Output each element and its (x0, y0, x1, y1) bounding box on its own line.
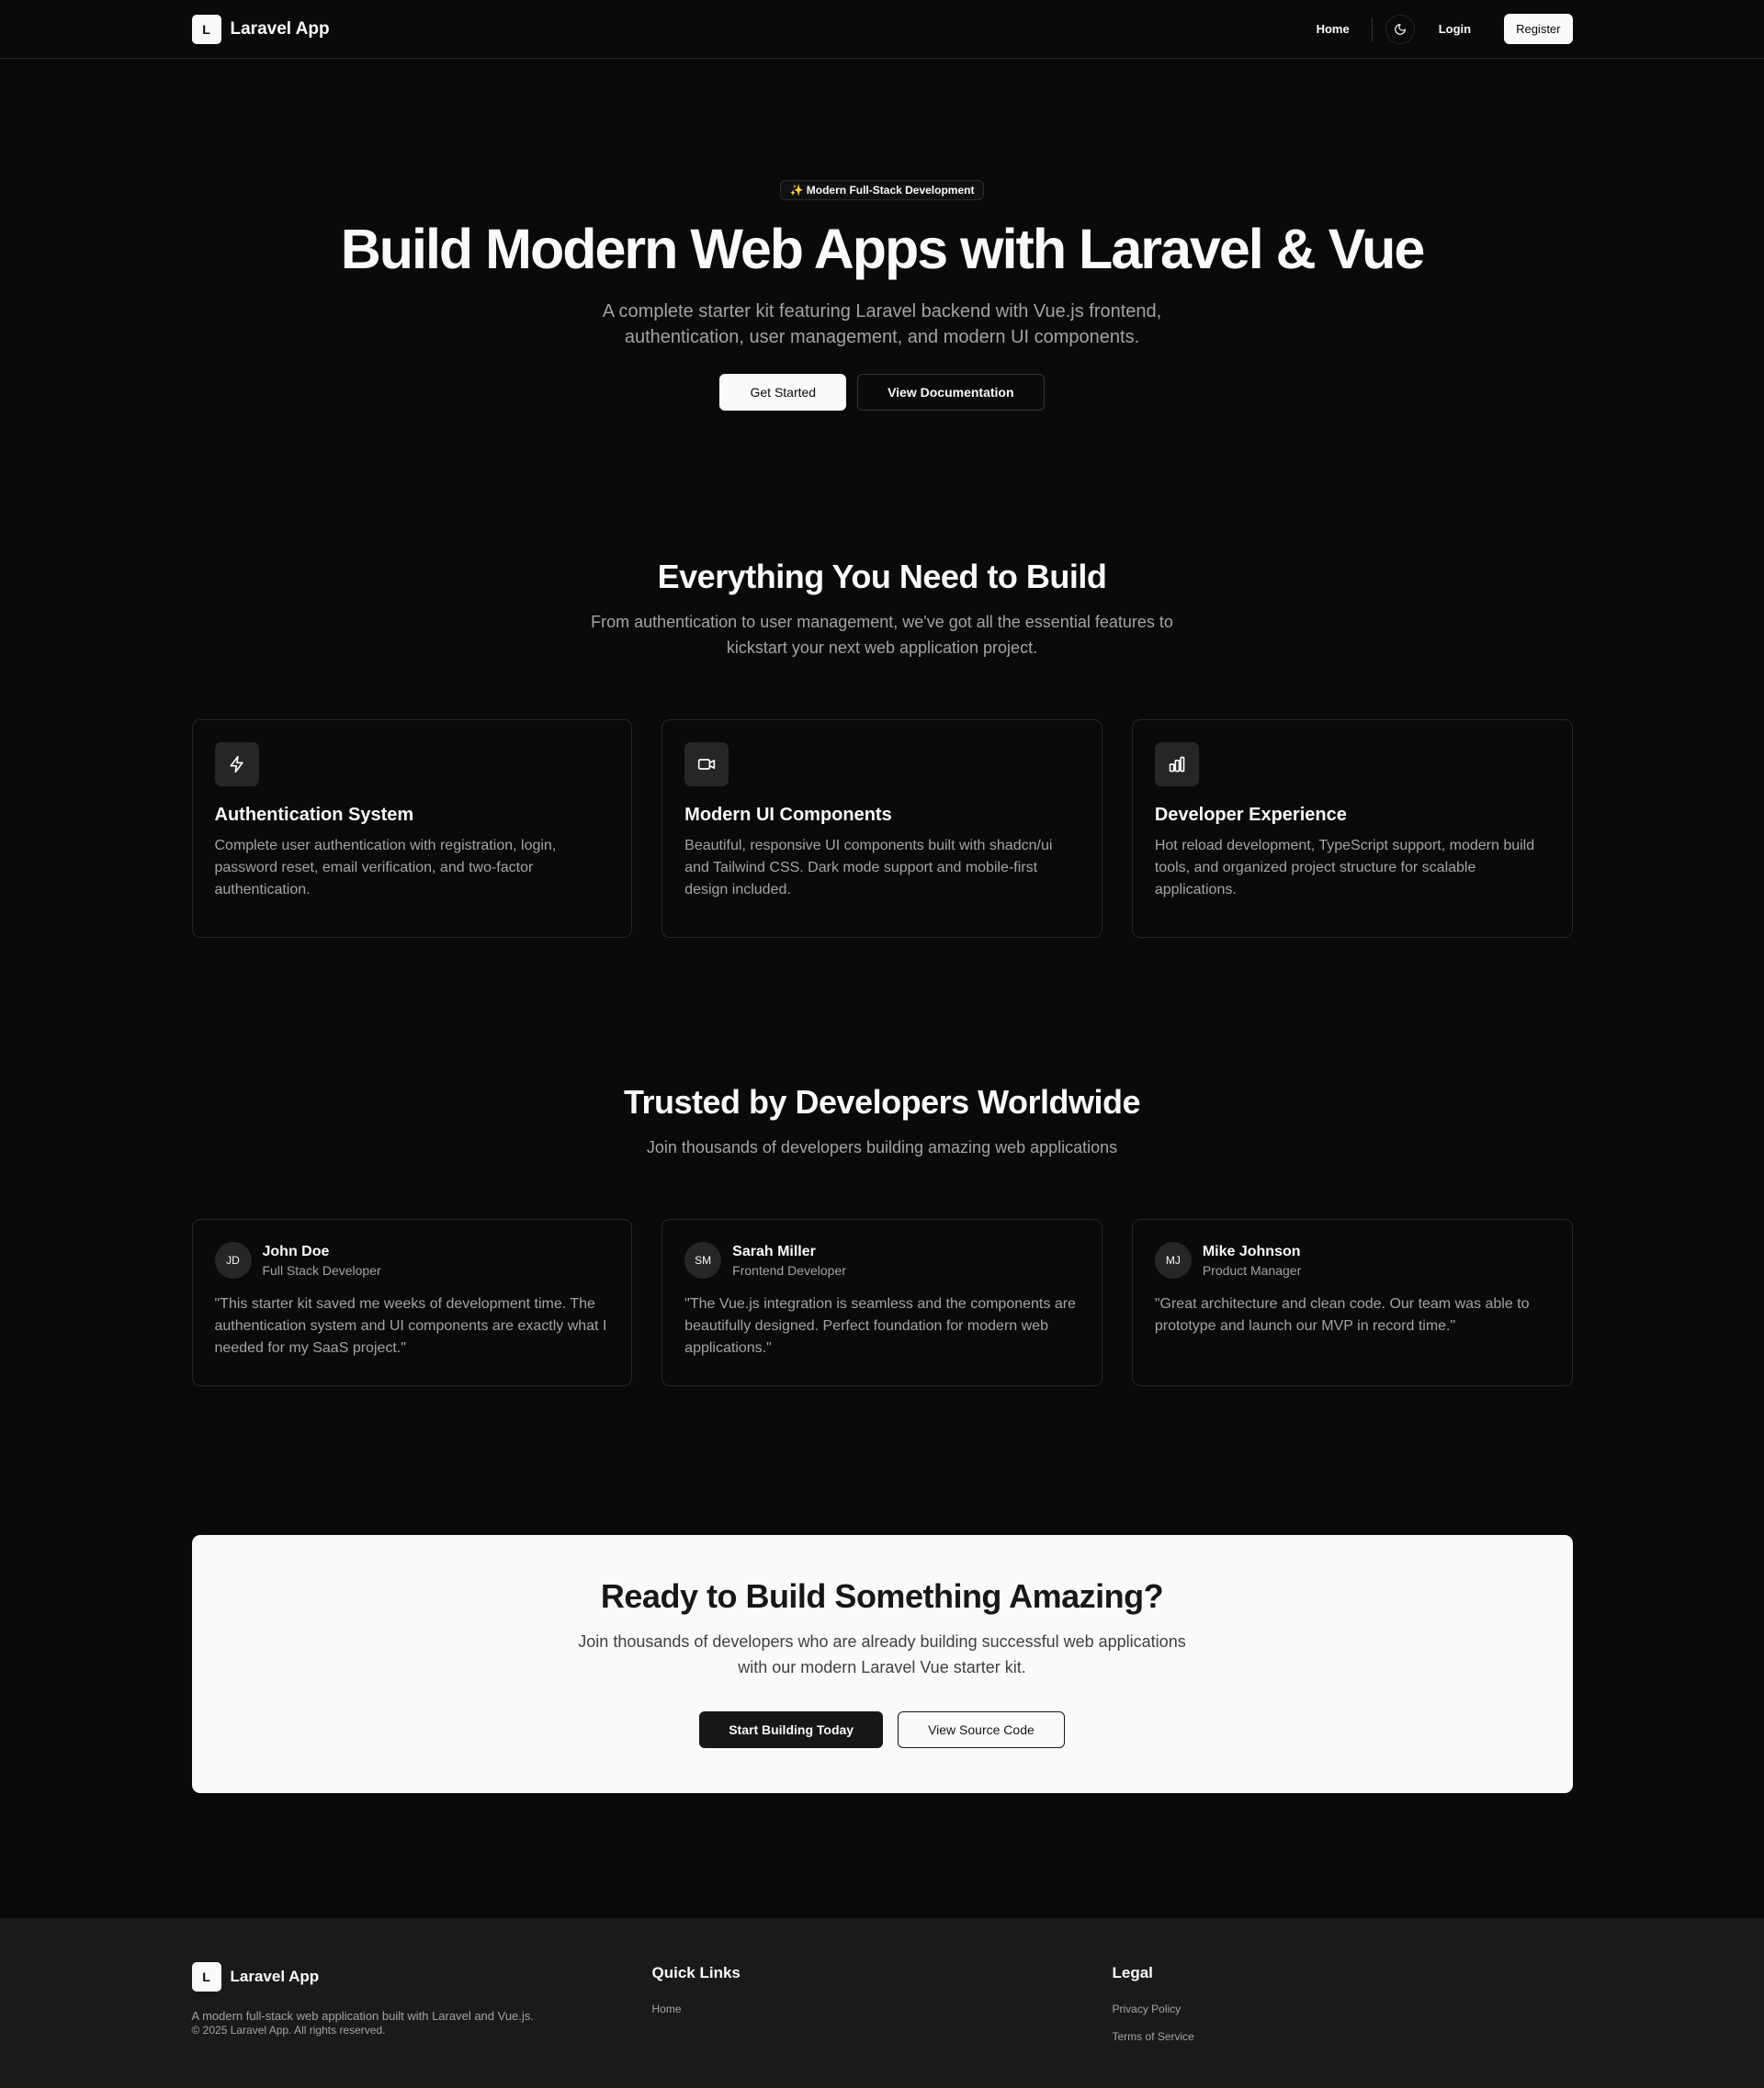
footer-brand-link[interactable]: L Laravel App (191, 1962, 652, 1992)
author-name: Sarah Miller (732, 1243, 816, 1259)
footer-description: A modern full-stack web application buil… (191, 2009, 534, 2023)
hero-subtitle: A complete starter kit featuring Laravel… (602, 301, 1162, 348)
nav-divider (1371, 17, 1373, 41)
hero-actions: Get Started View Documentation (192, 374, 1573, 412)
footer-legal-column: Legal Privacy Policy Terms of Service (1113, 1962, 1573, 2043)
footer-logo: L (191, 1962, 221, 1992)
testimonials-title: Trusted by Developers Worldwide (624, 1083, 1140, 1122)
bar-chart-icon (1169, 756, 1185, 773)
cta-subtitle: Join thousands of developers who are alr… (578, 1632, 1186, 1677)
footer-brand-column: L Laravel App A modern full-stack web ap… (191, 1962, 652, 2043)
author-role: Frontend Developer (732, 1262, 846, 1278)
avatar: MJ (1154, 1242, 1192, 1280)
testimonial-card: MJ Mike Johnson Product Manager "Great a… (1131, 1219, 1573, 1387)
view-source-code-button[interactable]: View Source Code (898, 1711, 1065, 1749)
feature-card: Authentication System Complete user auth… (191, 719, 633, 939)
features-title: Everything You Need to Build (657, 558, 1107, 596)
lightning-icon (230, 755, 243, 773)
cta-actions: Start Building Today View Source Code (192, 1711, 1573, 1749)
get-started-button[interactable]: Get Started (719, 374, 847, 412)
footer-link-terms[interactable]: Terms of Service (1113, 2030, 1573, 2043)
video-icon (698, 759, 716, 770)
cta-section: Ready to Build Something Amazing? Join t… (191, 1535, 1573, 1794)
testimonial-author: SM Sarah Miller Frontend Developer (684, 1242, 1080, 1280)
view-documentation-button[interactable]: View Documentation (857, 374, 1045, 412)
nav-login-link[interactable]: Login (1426, 15, 1484, 43)
feature-description: Beautiful, responsive UI components buil… (684, 838, 1053, 898)
testimonial-card: JD John Doe Full Stack Developer "This s… (191, 1219, 633, 1387)
feature-title: Modern UI Components (684, 805, 892, 826)
quick-links-heading: Quick Links (651, 1964, 741, 1981)
features-grid: Authentication System Complete user auth… (191, 719, 1573, 939)
features-subtitle: From authentication to user management, … (591, 613, 1173, 658)
cta-title: Ready to Build Something Amazing? (600, 1577, 1164, 1616)
testimonial-card: SM Sarah Miller Frontend Developer "The … (662, 1219, 1102, 1387)
testimonials-grid: JD John Doe Full Stack Developer "This s… (191, 1219, 1573, 1387)
hero-badge: ✨ Modern Full-Stack Development (779, 180, 985, 200)
register-button[interactable]: Register (1504, 14, 1573, 44)
feature-icon-box (1154, 742, 1199, 787)
testimonials-subtitle: Join thousands of developers building am… (646, 1138, 1118, 1157)
hero-title: Build Modern Web Apps with Laravel & Vue (340, 218, 1426, 280)
features-section: Everything You Need to Build From authen… (0, 411, 1764, 939)
footer-copyright: © 2025 Laravel App. All rights reserved. (191, 2024, 386, 2037)
logo: L (191, 14, 221, 44)
author-name: John Doe (262, 1243, 330, 1259)
avatar: JD (214, 1242, 252, 1280)
brand-link[interactable]: L Laravel App (191, 14, 330, 44)
feature-icon-box (684, 742, 729, 787)
main-nav: Home Login Register (1304, 14, 1573, 44)
moon-icon (1394, 23, 1406, 35)
author-role: Full Stack Developer (262, 1262, 381, 1278)
site-header: L Laravel App Home Login Register (0, 0, 1764, 59)
brand-name: Laravel App (230, 18, 330, 39)
theme-toggle-button[interactable] (1385, 14, 1415, 44)
nav-home-link[interactable]: Home (1304, 15, 1363, 43)
hero-section: ✨ Modern Full-Stack Development Build Mo… (0, 59, 1764, 412)
author-role: Product Manager (1202, 1262, 1302, 1278)
feature-description: Complete user authentication with regist… (214, 838, 557, 898)
feature-description: Hot reload development, TypeScript suppo… (1154, 838, 1535, 898)
footer-link-home[interactable]: Home (652, 2003, 1113, 2015)
feature-card: Modern UI Components Beautiful, responsi… (662, 719, 1102, 939)
feature-title: Authentication System (214, 805, 414, 826)
testimonials-section: Trusted by Developers Worldwide Join tho… (0, 938, 1764, 1794)
testimonial-quote: "This starter kit saved me weeks of deve… (214, 1296, 607, 1357)
author-name: Mike Johnson (1202, 1243, 1301, 1259)
testimonial-quote: "Great architecture and clean code. Our … (1154, 1296, 1530, 1335)
footer-brand-name: Laravel App (230, 1968, 320, 1985)
testimonial-author: MJ Mike Johnson Product Manager (1154, 1242, 1550, 1280)
avatar: SM (684, 1242, 722, 1280)
feature-icon-box (214, 742, 259, 787)
footer-link-privacy[interactable]: Privacy Policy (1113, 2003, 1573, 2015)
footer-quick-links-column: Quick Links Home (652, 1962, 1113, 2043)
start-building-button[interactable]: Start Building Today (699, 1711, 884, 1749)
testimonial-quote: "The Vue.js integration is seamless and … (684, 1296, 1076, 1357)
site-footer: L Laravel App A modern full-stack web ap… (0, 1918, 1764, 2088)
feature-card: Developer Experience Hot reload developm… (1131, 719, 1573, 939)
feature-title: Developer Experience (1154, 805, 1347, 826)
legal-heading: Legal (1112, 1964, 1153, 1981)
testimonial-author: JD John Doe Full Stack Developer (214, 1242, 610, 1280)
